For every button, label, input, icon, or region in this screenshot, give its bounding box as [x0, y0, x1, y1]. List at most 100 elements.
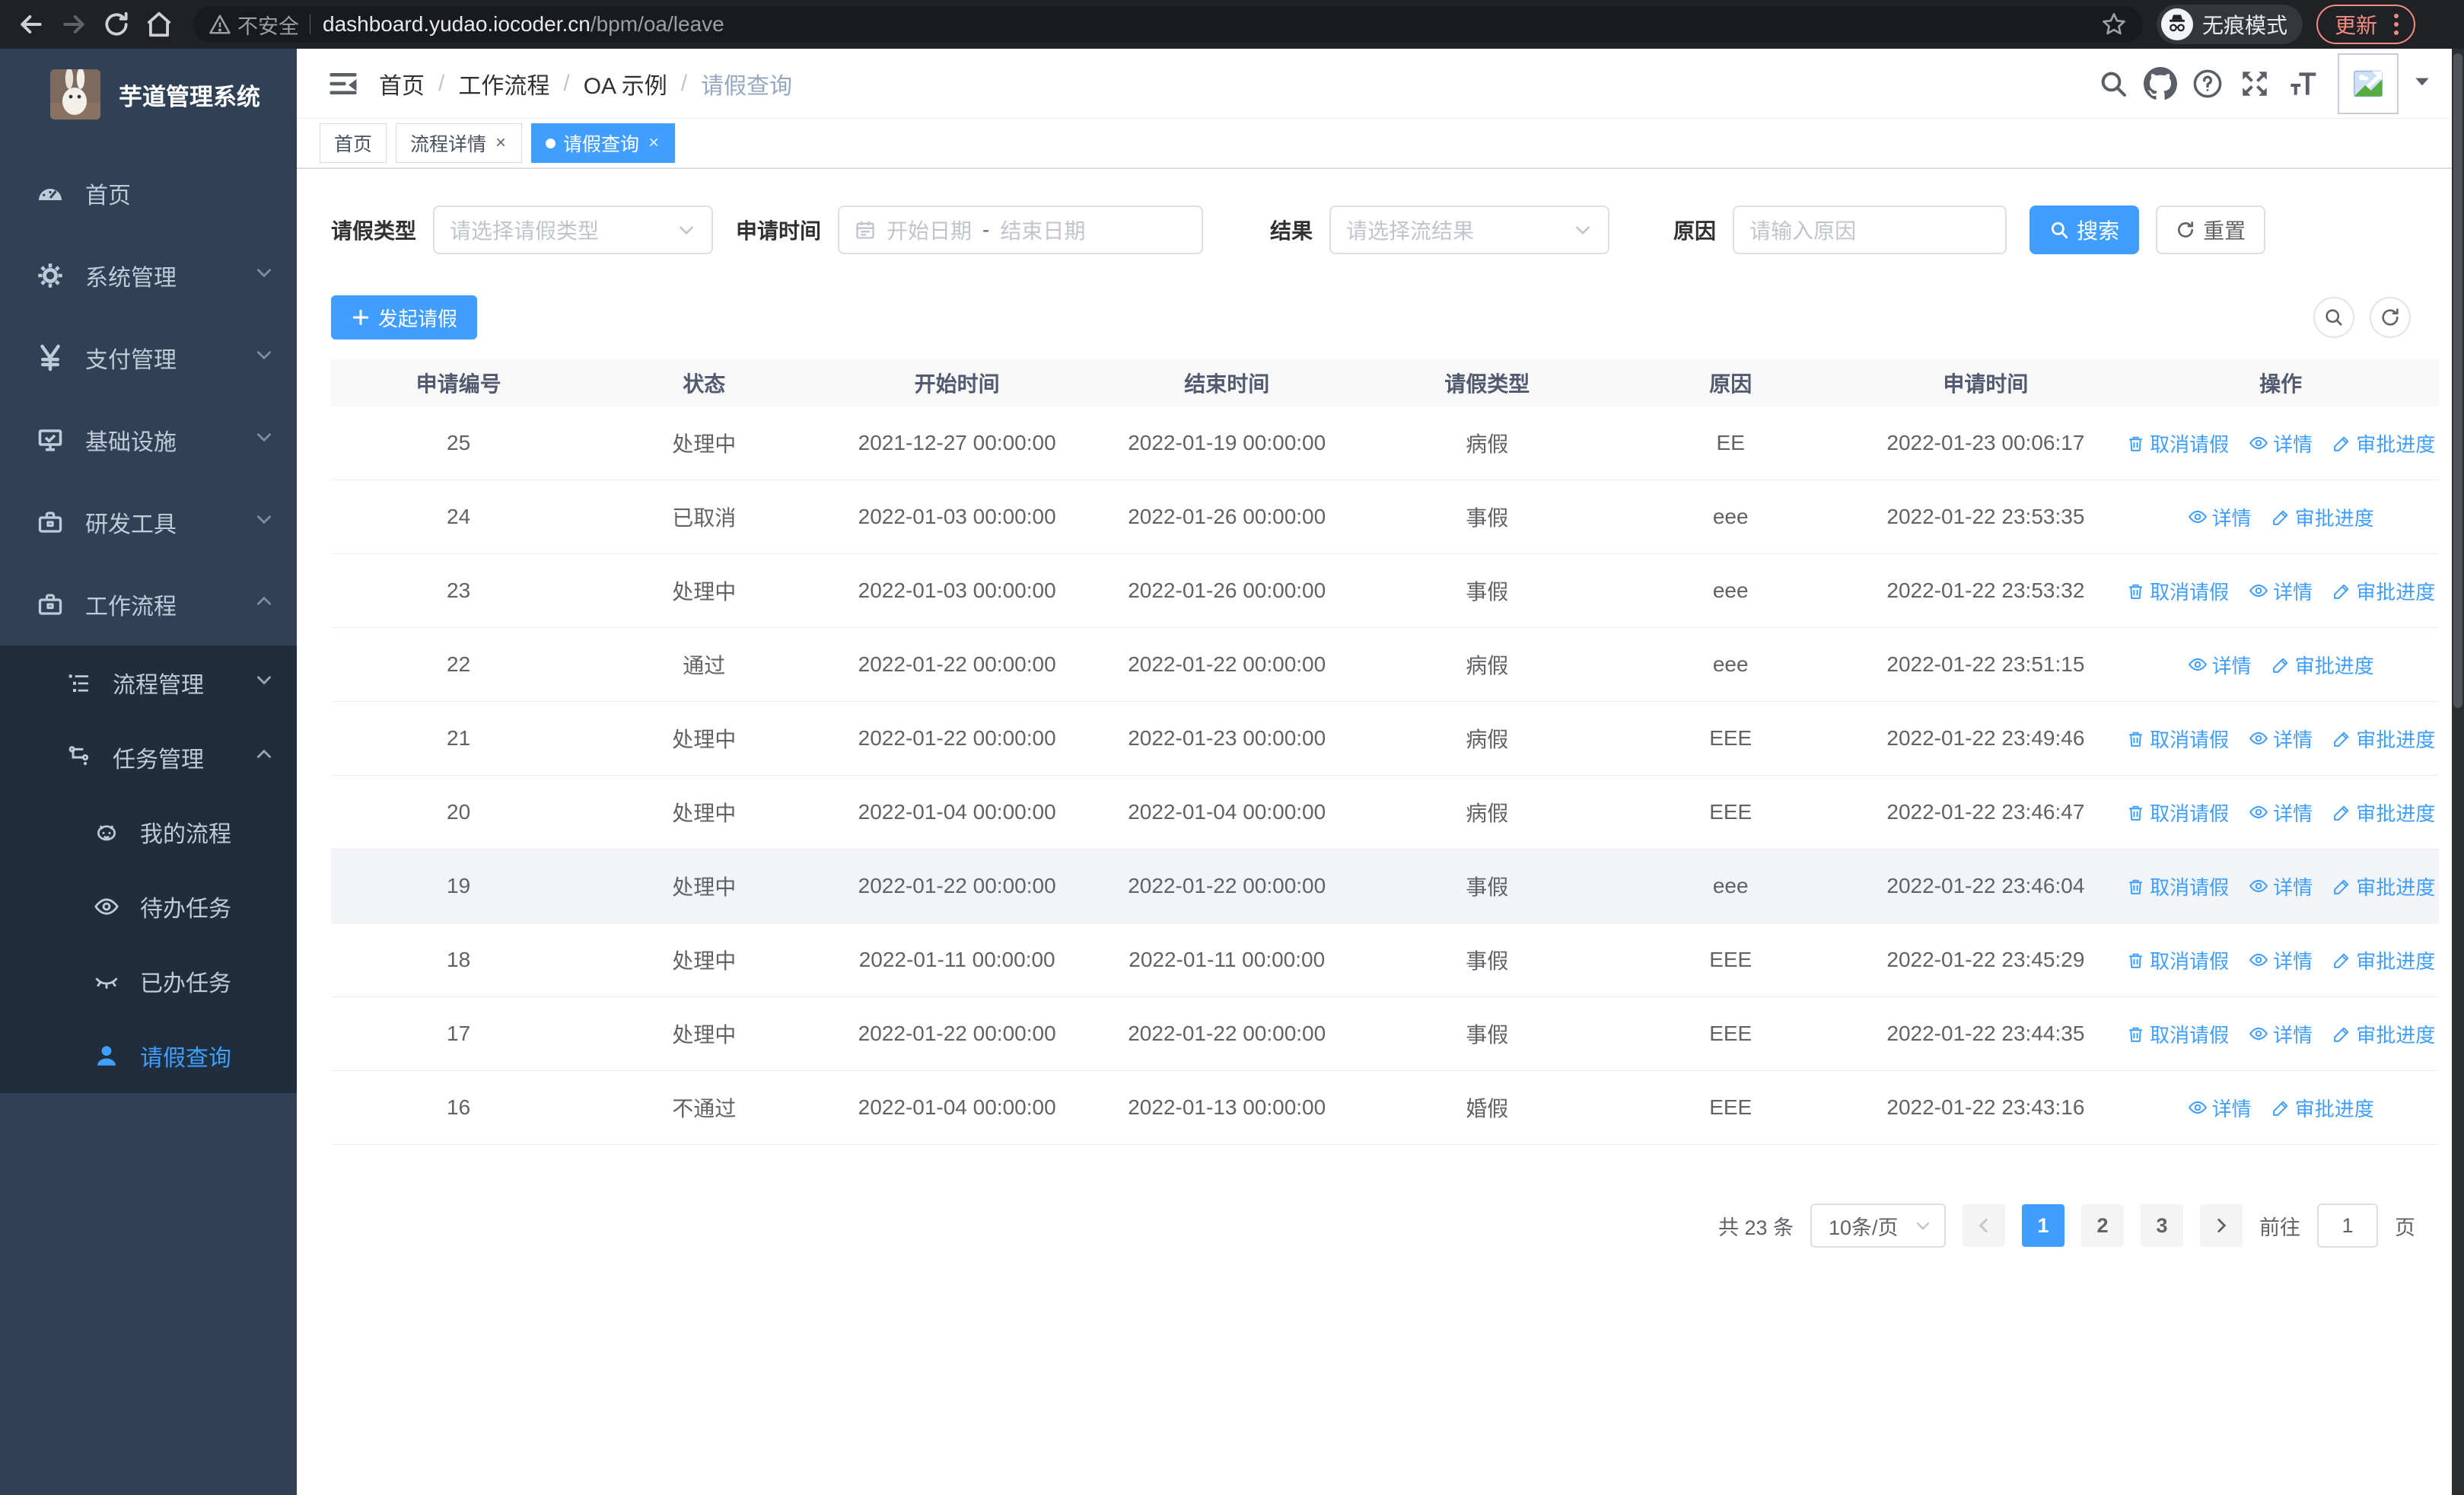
- page-size-select[interactable]: 10条/页: [1810, 1203, 1946, 1248]
- address-bar[interactable]: 不安全 dashboard.yudao.iocoder.cn/bpm/oa/le…: [193, 6, 2143, 43]
- prev-page-button[interactable]: [1963, 1204, 2005, 1247]
- cell-leave-type: 事假: [1466, 949, 1509, 973]
- sidebar-fold-icon[interactable]: [297, 68, 379, 100]
- detail-link[interactable]: 详情: [2249, 577, 2313, 605]
- github-icon[interactable]: [2137, 60, 2184, 107]
- cancel-leave-link[interactable]: 取消请假: [2126, 725, 2229, 753]
- approval-progress-link[interactable]: 审批进度: [2332, 946, 2435, 974]
- sidebar-item-workflow[interactable]: 工作流程: [0, 563, 297, 645]
- cell-actions: 取消请假 详情 审批进度: [2122, 577, 2439, 605]
- apply-time-range-picker[interactable]: 开始日期 - 结束日期: [838, 206, 1204, 254]
- approval-progress-link[interactable]: 审批进度: [2332, 725, 2435, 753]
- browser-update-button[interactable]: 更新: [2316, 5, 2416, 44]
- yen-icon: [35, 344, 65, 371]
- sidebar-item-home[interactable]: 首页: [0, 152, 297, 234]
- cancel-leave-link[interactable]: 取消请假: [2126, 429, 2229, 457]
- cell-apply-time: 2022-01-22 23:46:04: [1886, 874, 2085, 897]
- cell-leave-type: 婚假: [1466, 1097, 1509, 1120]
- update-label: 更新: [2335, 14, 2378, 37]
- result-select[interactable]: 请选择流结果: [1329, 206, 1610, 254]
- next-page-button[interactable]: [2200, 1204, 2243, 1247]
- sidebar-item-done-tasks[interactable]: 已办任务: [0, 944, 297, 1018]
- help-icon[interactable]: [2184, 60, 2231, 107]
- approval-progress-link[interactable]: 审批进度: [2332, 577, 2435, 605]
- refresh-icon: [2382, 308, 2399, 326]
- sidebar-item-task-mgmt[interactable]: 任务管理: [0, 720, 297, 795]
- screen: 不安全 dashboard.yudao.iocoder.cn/bpm/oa/le…: [0, 0, 2464, 1495]
- detail-link[interactable]: 详情: [2249, 872, 2313, 901]
- trash-icon: [2129, 1027, 2142, 1042]
- sidebar-item-system[interactable]: 系统管理: [0, 234, 297, 317]
- cancel-leave-link[interactable]: 取消请假: [2126, 872, 2229, 901]
- detail-link[interactable]: 详情: [2188, 503, 2252, 531]
- refresh-table-button[interactable]: [2370, 297, 2411, 338]
- tab-leave-query[interactable]: 请假查询 ×: [531, 123, 676, 163]
- approval-progress-link[interactable]: 审批进度: [2332, 429, 2435, 457]
- sidebar-item-leave-query[interactable]: 请假查询: [0, 1018, 297, 1093]
- font-size-icon[interactable]: [2278, 60, 2326, 107]
- sidebar-item-todo-tasks[interactable]: 待办任务: [0, 869, 297, 944]
- goto-page-input[interactable]: [2317, 1203, 2378, 1248]
- scrollbar-thumb[interactable]: [2453, 53, 2462, 708]
- cancel-leave-link[interactable]: 取消请假: [2126, 946, 2229, 974]
- forward-icon[interactable]: [56, 7, 91, 42]
- cancel-leave-link[interactable]: 取消请假: [2126, 1020, 2229, 1048]
- page-button-2[interactable]: 2: [2081, 1204, 2124, 1247]
- detail-link[interactable]: 详情: [2249, 725, 2313, 753]
- approval-progress-link[interactable]: 审批进度: [2332, 872, 2435, 901]
- reload-icon[interactable]: [99, 7, 134, 42]
- approval-progress-link[interactable]: 审批进度: [2332, 799, 2435, 827]
- bookmark-star-icon[interactable]: [2100, 11, 2128, 38]
- detail-link[interactable]: 详情: [2249, 429, 2313, 457]
- page-button-1[interactable]: 1: [2022, 1204, 2064, 1247]
- search-button[interactable]: 搜索: [2029, 206, 2140, 254]
- avatar[interactable]: [2338, 53, 2399, 114]
- detail-link[interactable]: 详情: [2249, 1020, 2313, 1048]
- browser-menu-icon[interactable]: [2389, 11, 2403, 38]
- close-icon[interactable]: ×: [647, 134, 661, 152]
- table-row: 23 处理中 2022-01-03 00:00:00 2022-01-26 00…: [331, 554, 2439, 628]
- approval-progress-link[interactable]: 审批进度: [2332, 1020, 2435, 1048]
- home-icon[interactable]: [142, 7, 177, 42]
- reason-input[interactable]: 请输入原因: [1733, 206, 2007, 254]
- breadcrumb-workflow[interactable]: 工作流程: [458, 67, 549, 100]
- cell-end-time: 2022-01-22 00:00:00: [1128, 652, 1326, 676]
- breadcrumb-home[interactable]: 首页: [379, 67, 425, 100]
- sidebar-item-my-process[interactable]: 我的流程: [0, 795, 297, 869]
- page-button-3[interactable]: 3: [2141, 1204, 2183, 1247]
- cancel-leave-link[interactable]: 取消请假: [2126, 577, 2229, 605]
- cell-actions: 取消请假 详情 审批进度: [2122, 725, 2439, 753]
- toggle-search-button[interactable]: [2313, 297, 2354, 338]
- detail-link[interactable]: 详情: [2249, 946, 2313, 974]
- cancel-leave-link[interactable]: 取消请假: [2126, 799, 2229, 827]
- tree-list-icon: [64, 671, 94, 695]
- reset-button[interactable]: 重置: [2156, 206, 2266, 254]
- leave-type-label: 请假类型: [331, 219, 417, 243]
- scrollbar[interactable]: [2452, 49, 2464, 1495]
- approval-progress-link[interactable]: 审批进度: [2271, 1094, 2374, 1122]
- search-icon[interactable]: [2090, 60, 2137, 107]
- fullscreen-icon[interactable]: [2231, 60, 2278, 107]
- cell-status: 不通过: [672, 1097, 737, 1120]
- cell-id: 18: [447, 948, 471, 971]
- back-icon[interactable]: [14, 7, 49, 42]
- detail-link[interactable]: 详情: [2188, 1094, 2252, 1122]
- approval-progress-link[interactable]: 审批进度: [2271, 651, 2374, 679]
- tab-home[interactable]: 首页: [320, 123, 387, 163]
- approval-progress-link[interactable]: 审批进度: [2271, 503, 2374, 531]
- tab-process-detail[interactable]: 流程详情 ×: [396, 123, 523, 163]
- range-separator: -: [982, 218, 990, 241]
- chevron-up-icon: [254, 744, 274, 770]
- breadcrumb-oa-example[interactable]: OA 示例: [584, 67, 667, 100]
- sidebar-item-infra[interactable]: 基础设施: [0, 399, 297, 481]
- create-leave-button[interactable]: 发起请假: [331, 295, 478, 339]
- cell-actions: 取消请假 详情 审批进度: [2122, 946, 2439, 974]
- detail-link[interactable]: 详情: [2249, 799, 2313, 827]
- sidebar-item-payment[interactable]: 支付管理: [0, 317, 297, 399]
- user-menu-caret-icon[interactable]: [2412, 72, 2432, 95]
- close-icon[interactable]: ×: [494, 134, 508, 152]
- leave-type-select[interactable]: 请选择请假类型: [433, 206, 714, 254]
- detail-link[interactable]: 详情: [2188, 651, 2252, 679]
- sidebar-item-process-mgmt[interactable]: 流程管理: [0, 645, 297, 720]
- sidebar-item-devtools[interactable]: 研发工具: [0, 481, 297, 563]
